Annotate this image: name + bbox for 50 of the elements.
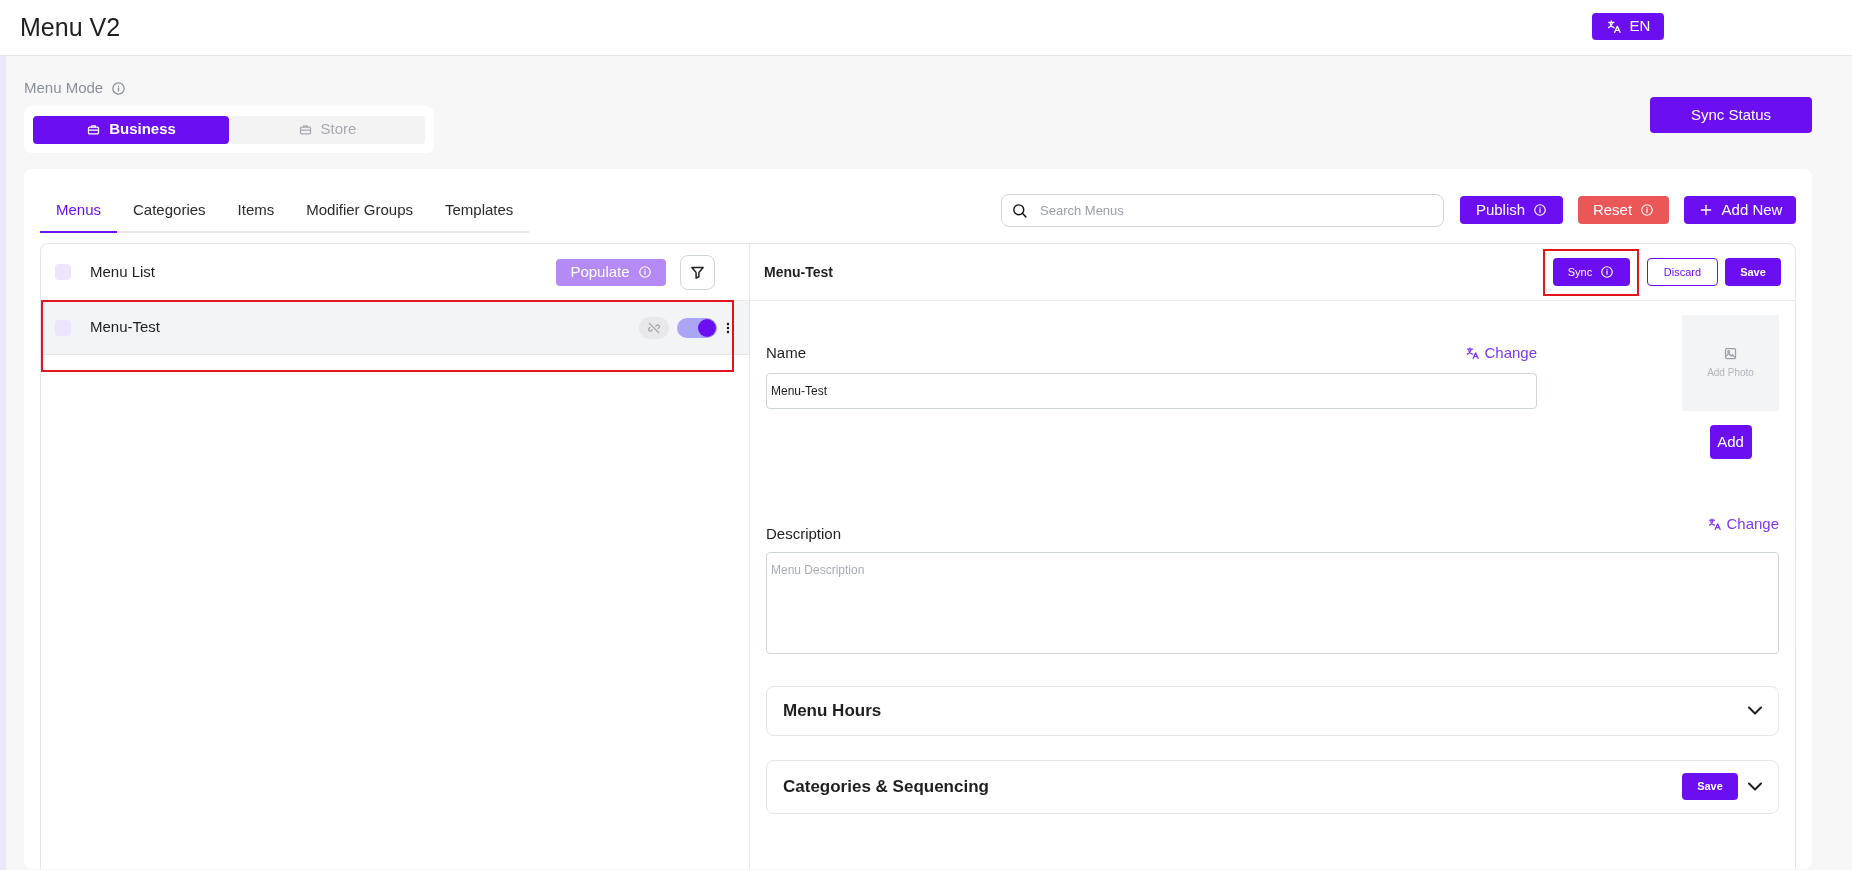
toggle-switch[interactable] <box>677 317 717 338</box>
detail-title: Menu-Test <box>764 262 834 282</box>
tab[interactable]: Templates <box>429 198 530 233</box>
list-title: Menu List <box>90 261 157 282</box>
info-icon <box>111 80 127 96</box>
section-title: Menu Hours <box>783 699 883 722</box>
checkbox[interactable] <box>55 264 71 280</box>
save-button[interactable]: Save <box>1682 773 1738 800</box>
sync-status-button[interactable]: Sync Status <box>1650 97 1812 133</box>
description-field[interactable]: Menu Description <box>766 551 1779 654</box>
menu-row[interactable]: Menu-Test <box>41 301 749 355</box>
briefcase-icon <box>297 122 313 137</box>
field-label: Description <box>766 524 842 544</box>
change-link[interactable]: Change <box>1707 513 1779 536</box>
tab[interactable]: Modifier Groups <box>290 198 429 233</box>
translate-icon <box>1707 516 1723 532</box>
accordion-header[interactable]: Menu Hours <box>766 685 1779 736</box>
info-icon <box>1640 203 1655 217</box>
translate-icon <box>1465 345 1481 361</box>
translate-icon <box>1605 18 1622 35</box>
mode-option[interactable]: Business <box>33 115 229 144</box>
change-link[interactable]: Change <box>1465 342 1537 365</box>
briefcase-icon <box>86 122 102 137</box>
language-button[interactable]: EN <box>1592 13 1664 40</box>
info-icon <box>637 265 652 279</box>
unlink-button[interactable] <box>639 316 669 339</box>
section-title: Categories & Sequencing <box>783 775 990 798</box>
name-input[interactable]: Menu-Test <box>766 372 1537 409</box>
accordion-header[interactable]: Categories & Sequencing Save <box>766 759 1779 814</box>
add-new-button[interactable]: Add New <box>1684 196 1796 224</box>
info-icon <box>1533 203 1548 217</box>
menu-mode-label: Menu Mode <box>24 77 104 98</box>
tab[interactable]: Items <box>221 198 291 233</box>
add-photo-button[interactable]: Add <box>1709 425 1752 459</box>
tab[interactable]: Categories <box>117 198 222 233</box>
search-icon <box>1011 201 1028 219</box>
filter-button[interactable] <box>680 254 715 290</box>
tab[interactable]: Menus <box>40 198 118 233</box>
sync-button[interactable]: Sync <box>1552 258 1630 286</box>
image-icon <box>1723 346 1738 361</box>
save-button[interactable]: Save <box>1725 258 1781 286</box>
field-label: Name <box>766 343 806 363</box>
add-photo-label: Add Photo <box>1707 366 1754 380</box>
unlink-icon <box>647 320 661 335</box>
page-title: Menu V2 <box>20 11 121 43</box>
info-icon <box>1600 265 1615 279</box>
discard-button[interactable]: Discard <box>1647 258 1718 286</box>
search-field[interactable]: Search Menus <box>1001 193 1444 227</box>
publish-button[interactable]: Publish <box>1460 196 1563 224</box>
menu-name: Menu-Test <box>90 317 162 338</box>
